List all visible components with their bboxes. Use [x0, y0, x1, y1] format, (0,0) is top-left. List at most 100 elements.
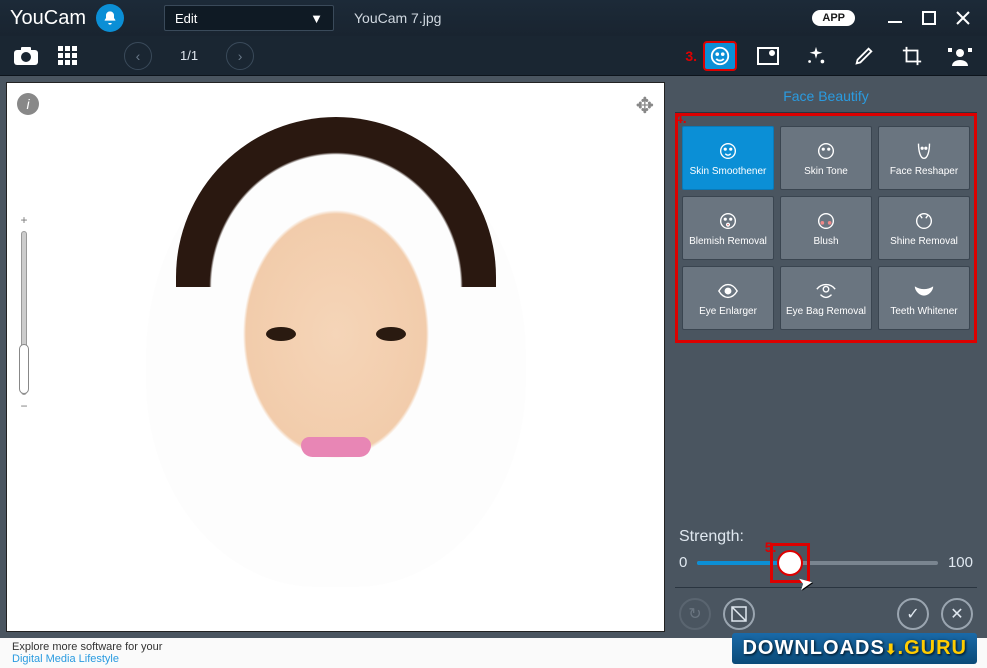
zoom-out-icon[interactable]: −	[20, 399, 27, 413]
slider-min: 0	[679, 554, 687, 571]
tool-eye-bag-removal[interactable]: Eye Bag Removal	[780, 266, 872, 330]
tool-icon	[717, 140, 739, 162]
tool-eye-enlarger[interactable]: Eye Enlarger	[682, 266, 774, 330]
tool-label: Blush	[813, 236, 838, 247]
footer-line1: Explore more software for your	[12, 641, 162, 653]
cancel-button[interactable]: ✕	[941, 598, 973, 630]
tool-label: Eye Enlarger	[699, 306, 757, 317]
tool-icon	[815, 140, 837, 162]
toolbar: ‹ 1/1 › 3.	[0, 36, 987, 76]
frame-tool[interactable]	[751, 41, 785, 71]
tool-blush[interactable]: Blush	[780, 196, 872, 260]
zoom-slider[interactable]: + −	[17, 213, 31, 413]
frame-icon	[757, 47, 779, 65]
annotation-4: 4.	[675, 110, 687, 126]
tool-shine-removal[interactable]: Shine Removal	[878, 196, 970, 260]
watermark: DOWNLOADS⬇.GURU	[732, 633, 977, 664]
slider-thumb[interactable]	[777, 550, 803, 576]
close-icon	[956, 11, 970, 25]
tool-icon	[815, 210, 837, 232]
panel-title: Face Beautify 4.	[675, 82, 977, 113]
tool-icon	[717, 210, 739, 232]
footer: Explore more software for your Digital M…	[0, 638, 987, 668]
close-button[interactable]	[949, 4, 977, 32]
tool-skin-tone[interactable]: Skin Tone	[780, 126, 872, 190]
grid-icon	[58, 46, 78, 66]
zoom-track[interactable]	[21, 231, 27, 395]
prev-button[interactable]: ‹	[124, 42, 152, 70]
panel-actions: ↻ ✓ ✕	[675, 594, 977, 634]
reset-icon: ↻	[688, 604, 701, 624]
main-area: i ✥ + − Face Beautify 4. Skin Smoothener…	[0, 76, 987, 638]
slider-track[interactable]: 5. ➤	[697, 561, 938, 565]
tool-blemish-removal[interactable]: Blemish Removal	[682, 196, 774, 260]
move-icon: ✥	[636, 93, 654, 118]
people-tag-icon	[948, 46, 972, 66]
app-name: YouCam	[10, 7, 86, 30]
info-button[interactable]: i	[17, 93, 39, 115]
camera-icon	[13, 46, 39, 66]
sparkle-icon	[805, 45, 827, 67]
check-icon: ✓	[906, 604, 919, 624]
app-badge[interactable]: APP	[812, 10, 855, 26]
compare-button[interactable]	[723, 598, 755, 630]
tool-icon	[913, 210, 935, 232]
brush-icon	[853, 45, 875, 67]
zoom-thumb[interactable]	[19, 344, 29, 394]
minimize-button[interactable]	[881, 4, 909, 32]
tool-label: Skin Tone	[804, 166, 848, 177]
footer-line2[interactable]: Digital Media Lifestyle	[12, 653, 119, 665]
photo-preview	[146, 127, 526, 587]
info-icon: i	[26, 96, 29, 112]
tool-label: Face Reshaper	[890, 166, 958, 177]
tool-icon	[913, 280, 935, 302]
mode-label: Edit	[175, 11, 197, 26]
tool-label: Teeth Whitener	[890, 306, 957, 317]
strength-label: Strength:	[679, 528, 973, 546]
crop-tool[interactable]	[895, 41, 929, 71]
chevron-down-icon: ▼	[310, 11, 323, 26]
next-button[interactable]: ›	[226, 42, 254, 70]
maximize-icon	[922, 11, 936, 25]
notifications-button[interactable]	[96, 4, 124, 32]
tool-icon	[717, 280, 739, 302]
bell-icon	[102, 10, 118, 26]
strength-slider[interactable]: 0 5. ➤ 100	[675, 554, 977, 581]
pan-button[interactable]: ✥	[636, 93, 654, 119]
brush-tool[interactable]	[847, 41, 881, 71]
beautify-panel: Face Beautify 4. Skin Smoothener Skin Ton…	[671, 76, 987, 638]
effects-tool[interactable]	[799, 41, 833, 71]
camera-button[interactable]	[10, 42, 42, 70]
tool-teeth-whitener[interactable]: Teeth Whitener	[878, 266, 970, 330]
filename-label: YouCam 7.jpg	[354, 10, 441, 26]
slider-max: 100	[948, 554, 973, 571]
tool-skin-smoothener[interactable]: Skin Smoothener	[682, 126, 774, 190]
face-icon	[709, 45, 731, 67]
tools-grid: Skin Smoothener Skin Tone Face Reshaper Ble…	[675, 113, 977, 343]
cursor-icon: ➤	[797, 571, 816, 594]
grid-button[interactable]	[52, 42, 84, 70]
reset-button[interactable]: ↻	[679, 598, 711, 630]
title-bar: YouCam Edit ▼ YouCam 7.jpg APP	[0, 0, 987, 36]
zoom-in-icon[interactable]: +	[20, 213, 27, 227]
mode-dropdown[interactable]: Edit ▼	[164, 5, 334, 31]
people-tag-tool[interactable]	[943, 41, 977, 71]
canvas[interactable]: i ✥ + −	[6, 82, 665, 632]
annotation-3: 3.	[685, 48, 697, 64]
tool-label: Eye Bag Removal	[786, 306, 866, 317]
x-icon: ✕	[950, 604, 963, 624]
chevron-right-icon: ›	[238, 48, 243, 64]
maximize-button[interactable]	[915, 4, 943, 32]
crop-icon	[901, 45, 923, 67]
tool-icon	[913, 140, 935, 162]
compare-icon	[731, 606, 747, 622]
page-count: 1/1	[180, 48, 198, 63]
minimize-icon	[888, 11, 902, 25]
apply-button[interactable]: ✓	[897, 598, 929, 630]
face-beautify-tool[interactable]	[703, 41, 737, 71]
tool-icon	[815, 280, 837, 302]
tool-face-reshaper[interactable]: Face Reshaper	[878, 126, 970, 190]
chevron-left-icon: ‹	[136, 48, 141, 64]
tool-label: Skin Smoothener	[690, 166, 767, 177]
tool-label: Shine Removal	[890, 236, 958, 247]
